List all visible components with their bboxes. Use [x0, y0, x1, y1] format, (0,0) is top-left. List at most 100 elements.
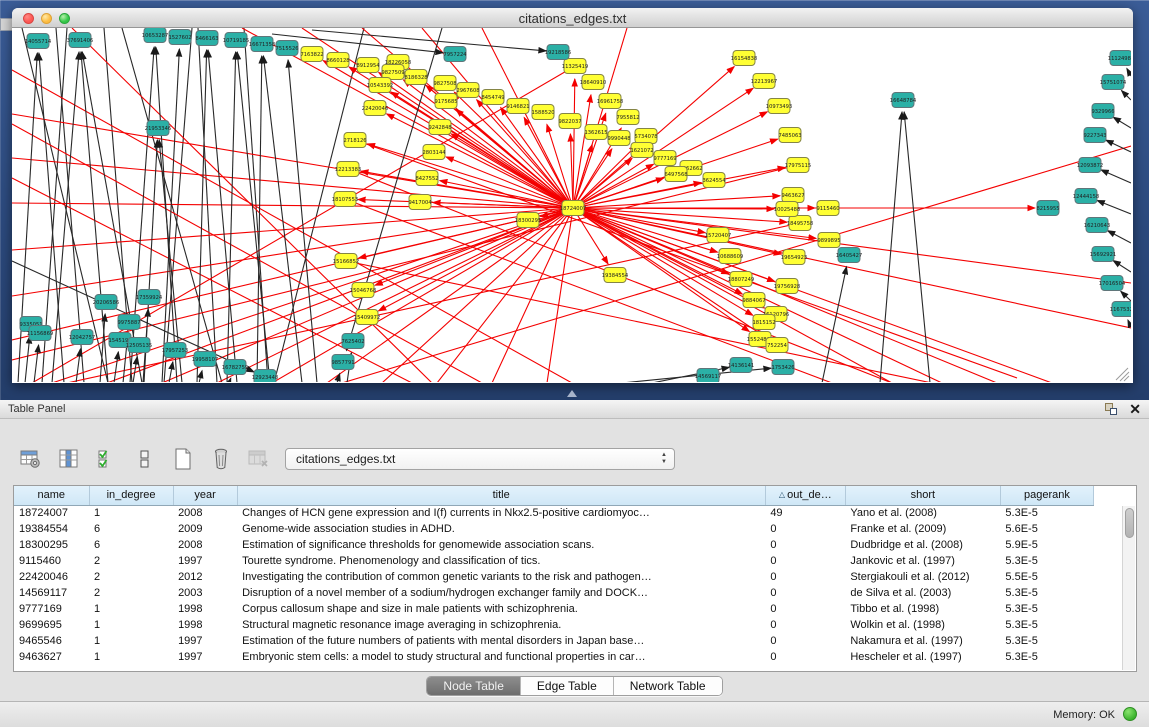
table-row[interactable]: 1872400712008Changes of HCN gene express…	[14, 505, 1094, 521]
graph-node[interactable]: 7163822	[300, 47, 323, 62]
column-header-short[interactable]: short	[845, 486, 1000, 505]
graph-node[interactable]: 12042757	[69, 330, 95, 345]
graph-node[interactable]: 1527602	[168, 30, 191, 45]
graph-node[interactable]: 14136141	[728, 358, 754, 373]
graph-node[interactable]: 16671358	[249, 37, 275, 52]
column-header-name[interactable]: name	[14, 486, 89, 505]
graph-node[interactable]: 10688609	[717, 249, 743, 264]
delete-column-icon[interactable]	[208, 446, 234, 472]
graph-node[interactable]: 12923448	[252, 370, 278, 383]
table-row[interactable]: 1456911722003Disruption of a novel membe…	[14, 585, 1094, 601]
graph-node[interactable]: 17016504	[1099, 276, 1126, 291]
graph-node[interactable]: 15720407	[705, 228, 731, 243]
graph-node[interactable]: 15166852	[333, 254, 359, 269]
graph-node[interactable]: 16405427	[836, 248, 862, 263]
graph-node[interactable]: 17957253	[162, 343, 188, 358]
graph-node[interactable]: 18724007	[560, 201, 586, 216]
graph-node[interactable]: 18807249	[728, 272, 754, 287]
column-visibility-icon[interactable]	[56, 446, 82, 472]
graph-node[interactable]: 22420046	[362, 101, 388, 116]
graph-node[interactable]: 19654923	[781, 250, 807, 265]
table-row[interactable]: 2242004622012Investigating the contribut…	[14, 569, 1094, 585]
graph-node[interactable]: 17975115	[785, 158, 811, 173]
graph-node[interactable]: 37691406	[67, 33, 93, 48]
graph-node[interactable]: 16648784	[890, 93, 917, 108]
graph-node[interactable]: 8454749	[481, 90, 504, 105]
table-row[interactable]: 946554611997Estimation of the future num…	[14, 633, 1094, 649]
tab-network-table[interactable]: Network Table	[614, 677, 722, 695]
graph-node[interactable]: 1621072	[630, 143, 653, 158]
column-checklist-icon[interactable]	[94, 446, 120, 472]
network-window[interactable]: citations_edges.txt 18724007 716382286601…	[12, 8, 1133, 383]
graph-node[interactable]: 7957224	[443, 47, 467, 62]
column-header-pagerank[interactable]: pagerank	[1000, 486, 1093, 505]
graph-node[interactable]: 18640910	[580, 75, 606, 90]
graph-node[interactable]: 8215955	[1036, 201, 1059, 216]
column-header-out_de[interactable]: △out_de…	[765, 486, 845, 505]
graph-node[interactable]: 15409972	[354, 310, 380, 325]
graph-node[interactable]: 8660128	[326, 53, 349, 68]
graph-node[interactable]: 9227343	[1083, 128, 1106, 143]
row-options-icon[interactable]	[132, 446, 158, 472]
graph-node[interactable]: 16782759	[222, 360, 248, 375]
graph-node[interactable]: 15751074	[1100, 75, 1127, 90]
graph-node[interactable]: 2803144	[422, 145, 446, 160]
graph-node[interactable]: 18107553	[332, 192, 358, 207]
graph-node[interactable]: 1753426	[771, 360, 794, 375]
table-row[interactable]: 1938455462009Genome-wide association stu…	[14, 521, 1094, 537]
column-header-in_degree[interactable]: in_degree	[89, 486, 173, 505]
table-row[interactable]: 1830029562008Estimation of significance …	[14, 537, 1094, 553]
column-header-title[interactable]: title	[237, 486, 765, 505]
graph-node[interactable]: 9115460	[816, 201, 839, 216]
graph-node[interactable]: 21953346	[145, 121, 171, 136]
table-row[interactable]: 977716911998Corpus callosum shape and si…	[14, 601, 1094, 617]
close-panel-icon[interactable]: ✕	[1129, 401, 1141, 417]
graph-node[interactable]: 12213967	[751, 74, 777, 89]
table-row[interactable]: 946362711997Embryonic stem cells: a mode…	[14, 649, 1094, 665]
graph-node[interactable]: 12213383	[335, 162, 361, 177]
graph-node[interactable]: 9417004	[408, 195, 432, 210]
graph-node[interactable]: 10973493	[766, 99, 792, 114]
graph-node[interactable]: 20206586	[93, 295, 119, 310]
network-window-titlebar[interactable]: citations_edges.txt	[12, 8, 1133, 28]
graph-node[interactable]: 16961758	[597, 94, 623, 109]
table-selector[interactable]: citations_edges.txt ▲▼	[285, 448, 675, 470]
graph-node[interactable]: 10719185	[223, 33, 249, 48]
tab-edge-table[interactable]: Edge Table	[521, 677, 614, 695]
combo-steppers-icon[interactable]: ▲▼	[661, 452, 667, 466]
graph-node[interactable]: 9884067	[742, 293, 765, 308]
graph-node[interactable]: 9146821	[506, 99, 529, 114]
graph-node[interactable]: 9463627	[781, 188, 804, 203]
graph-node[interactable]: 9822037	[558, 114, 581, 129]
graph-node[interactable]: 10543392	[367, 78, 393, 93]
graph-node[interactable]: 9329966	[1091, 104, 1114, 119]
graph-node[interactable]: 14055714	[25, 34, 52, 49]
column-header-year[interactable]: year	[173, 486, 237, 505]
graph-node[interactable]: 12505135	[126, 338, 152, 353]
graph-node[interactable]: 16154838	[731, 51, 757, 66]
graph-node[interactable]: 9777169	[653, 151, 676, 166]
graph-node[interactable]: 19384554	[602, 268, 629, 283]
delete-table-icon[interactable]	[246, 446, 272, 472]
float-panel-icon[interactable]	[1104, 402, 1119, 417]
graph-node[interactable]: 19756928	[774, 279, 800, 294]
tab-node-table[interactable]: Node Table	[427, 677, 521, 695]
splitter-handle[interactable]	[567, 390, 577, 397]
graph-node[interactable]: 17359924	[136, 290, 163, 305]
graph-node[interactable]: 9242848	[428, 120, 451, 135]
citation-graph[interactable]: 1872400771638228660128891295418226058982…	[12, 28, 1131, 382]
graph-node[interactable]: 2967608	[456, 83, 479, 98]
graph-node[interactable]: 9990448	[607, 131, 630, 146]
graph-node[interactable]: 7515526	[275, 41, 298, 56]
graph-node[interactable]: 11124984	[1108, 51, 1131, 66]
graph-node[interactable]: 10025488	[774, 202, 800, 217]
graph-node[interactable]: 9175685	[434, 94, 457, 109]
graph-node[interactable]: 6497568	[664, 167, 687, 182]
graph-node[interactable]: 16210643	[1084, 218, 1110, 233]
graph-node[interactable]: 11325419	[562, 59, 588, 74]
graph-node[interactable]: 2718126	[343, 133, 366, 148]
graph-node[interactable]: 7625402	[341, 334, 364, 349]
graph-node[interactable]: 19958107	[192, 352, 218, 367]
graph-node[interactable]: 9827508	[433, 76, 456, 91]
graph-node[interactable]: 7485063	[778, 128, 801, 143]
